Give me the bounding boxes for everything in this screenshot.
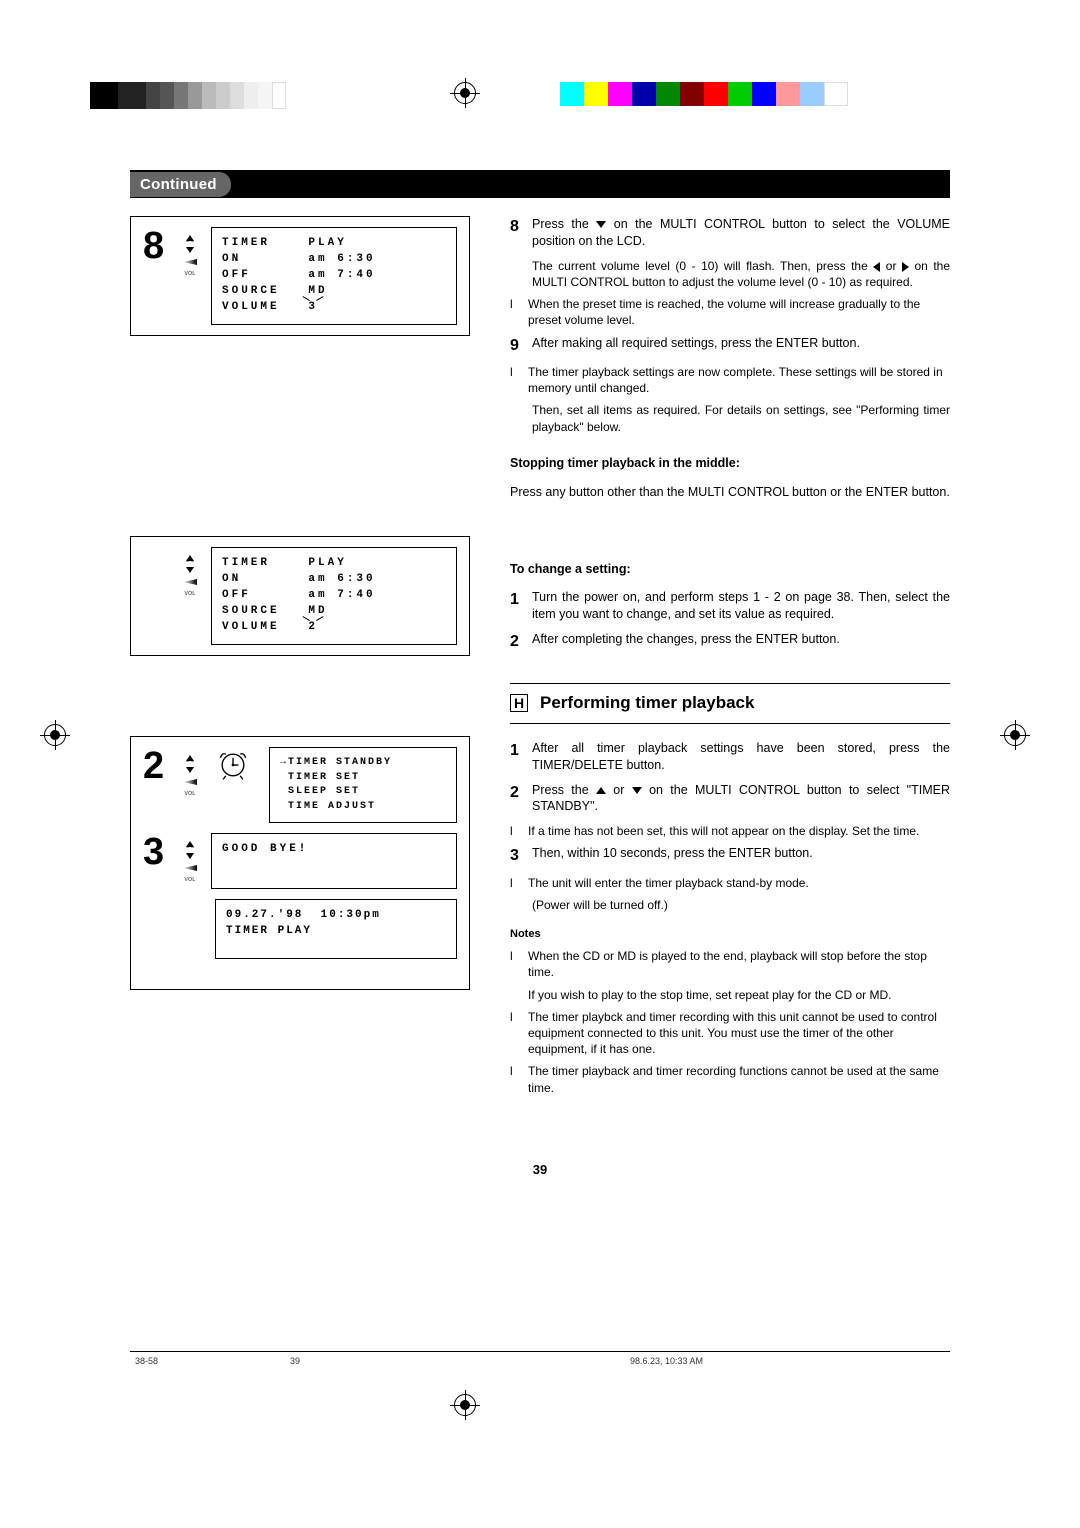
grayscale-bars xyxy=(90,82,286,109)
page-outer: Continued 8 VOL TIMER PLAY ON xyxy=(90,150,990,1370)
perform-3-num: 3 xyxy=(510,845,524,867)
bullet-mark: l xyxy=(510,823,520,839)
up-icon xyxy=(186,841,194,847)
up-triangle-icon xyxy=(596,787,606,794)
perform-2-text: Press the or on the MULTI CONTROL button… xyxy=(532,782,950,816)
volume-icon xyxy=(183,779,197,785)
step-number-3: 3 xyxy=(143,833,169,871)
perform-3-text: Then, within 10 seconds, press the ENTER… xyxy=(532,845,950,867)
volume-icon xyxy=(183,865,197,871)
vol-label: VOL xyxy=(185,791,196,797)
section-heading: H Performing timer playback xyxy=(510,683,950,724)
note-1: When the CD or MD is played to the end, … xyxy=(528,948,950,980)
step-9-num: 9 xyxy=(510,335,524,357)
stopping-para: Press any button other than the MULTI CO… xyxy=(510,484,950,501)
volume-icon xyxy=(183,259,197,265)
lcd-8: TIMER PLAY ON am 6:30 OFF am 7:40 SOURCE… xyxy=(211,227,457,325)
down-triangle-icon xyxy=(632,787,642,794)
lcd-b2: GOOD BYE! xyxy=(211,833,457,889)
reg-mark-top xyxy=(450,78,480,108)
perform-3-bullet: The unit will enter the timer playback s… xyxy=(528,875,809,891)
footer-mid: 39 xyxy=(290,1356,300,1366)
note-3: The timer playback and timer recording f… xyxy=(528,1063,950,1095)
vol-label: VOL xyxy=(185,271,196,277)
left-column: 8 VOL TIMER PLAY ON am 6:30 OFF am 7:40 … xyxy=(130,216,470,1102)
vol-label: VOL xyxy=(185,591,196,597)
perform-2-bullet: If a time has not been set, this will no… xyxy=(528,823,919,839)
up-icon xyxy=(186,755,194,761)
figure-step-8: 8 VOL TIMER PLAY ON am 6:30 OFF am 7:40 … xyxy=(130,216,470,336)
step-9-bullet: The timer playback settings are now comp… xyxy=(528,364,950,396)
footer-left: 38-58 xyxy=(135,1356,158,1366)
footer-line xyxy=(130,1351,950,1352)
bullet-mark: l xyxy=(510,296,520,328)
note-1b: If you wish to play to the stop time, se… xyxy=(528,987,950,1003)
vol-label: VOL xyxy=(185,877,196,883)
reg-mark-left xyxy=(40,720,70,750)
change-1-text: Turn the power on, and perform steps 1 -… xyxy=(532,589,950,623)
step-8-sub: The current volume level (0 - 10) will f… xyxy=(532,258,950,290)
down-triangle-icon xyxy=(596,221,606,228)
step-9-sub: Then, set all items as required. For det… xyxy=(532,402,950,434)
down-icon xyxy=(186,767,194,773)
step-number-8: 8 xyxy=(143,227,169,265)
perform-2-num: 2 xyxy=(510,782,524,816)
reg-mark-right xyxy=(1000,720,1030,750)
perform-1-text: After all timer playback settings have b… xyxy=(532,740,950,774)
bullet-mark: l xyxy=(510,948,520,980)
step-8-num: 8 xyxy=(510,216,524,250)
step-8-bullet: When the preset time is reached, the vol… xyxy=(528,296,950,328)
right-triangle-icon xyxy=(902,262,909,272)
down-icon xyxy=(186,853,194,859)
section-title: Performing timer playback xyxy=(540,692,754,715)
right-column: 8 Press the on the MULTI CONTROL button … xyxy=(510,216,950,1102)
page-number: 39 xyxy=(130,1162,950,1177)
mini-controls-b2: VOL xyxy=(183,755,197,797)
lcd-b1: →TIMER STANDBY TIMER SET SLEEP SET TIME … xyxy=(269,747,457,823)
stopping-heading: Stopping timer playback in the middle: xyxy=(510,455,950,472)
clock-icon xyxy=(215,747,251,783)
down-icon xyxy=(186,567,194,573)
change-2-num: 2 xyxy=(510,631,524,653)
lcd-b3: 09.27.'98 10:30pm TIMER PLAY xyxy=(215,899,457,959)
bullet-mark: l xyxy=(510,1009,520,1058)
up-icon xyxy=(186,555,194,561)
bullet-mark: l xyxy=(510,364,520,396)
color-bars xyxy=(560,82,848,106)
mini-controls-a: VOL xyxy=(183,555,197,597)
change-2-text: After completing the changes, press the … xyxy=(532,631,950,653)
mini-controls-8: VOL xyxy=(183,235,197,277)
footer-right: 98.6.23, 10:33 AM xyxy=(630,1356,703,1366)
page-content: Continued 8 VOL TIMER PLAY ON xyxy=(130,170,950,1177)
down-icon xyxy=(186,247,194,253)
volume-icon xyxy=(183,579,197,585)
bullet-mark: l xyxy=(510,1063,520,1095)
notes-heading: Notes xyxy=(510,927,950,942)
mini-controls-b3: VOL xyxy=(183,841,197,883)
change-1-num: 1 xyxy=(510,589,524,623)
figure-change-setting: VOL TIMER PLAY ON am 6:30 OFF am 7:40 SO… xyxy=(130,536,470,656)
step-number-2: 2 xyxy=(143,747,169,785)
section-letter: H xyxy=(510,694,528,712)
header-bar: Continued xyxy=(130,170,950,198)
figure-perform-playback: 2 VOL →TIMER STANDBY TIMER SET SLEEP SET… xyxy=(130,736,470,990)
reg-mark-bottom xyxy=(450,1390,480,1420)
change-heading: To change a setting: xyxy=(510,561,950,578)
up-icon xyxy=(186,235,194,241)
lcd-a: TIMER PLAY ON am 6:30 OFF am 7:40 SOURCE… xyxy=(211,547,457,645)
step-9-text: After making all required settings, pres… xyxy=(532,335,950,357)
perform-1-num: 1 xyxy=(510,740,524,774)
step-8-text: Press the on the MULTI CONTROL button to… xyxy=(532,216,950,250)
bullet-mark: l xyxy=(510,875,520,891)
header-pill: Continued xyxy=(130,172,231,197)
note-2: The timer playbck and timer recording wi… xyxy=(528,1009,950,1058)
perform-3-sub: (Power will be turned off.) xyxy=(532,897,950,913)
